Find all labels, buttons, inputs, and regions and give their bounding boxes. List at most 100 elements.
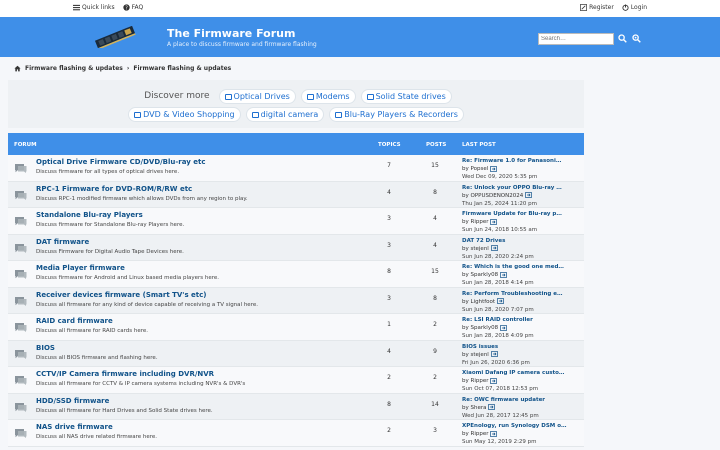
- site-logo-icon[interactable]: [92, 26, 138, 48]
- author-link[interactable]: stejenl: [471, 246, 489, 252]
- author-link[interactable]: OPPUSDENON2024: [471, 193, 524, 199]
- last-post: Re: OWC firmware updater by Shera Wed Ju…: [462, 396, 582, 420]
- view-post-icon[interactable]: [499, 324, 507, 331]
- discover-chip[interactable]: Optical Drives: [218, 89, 296, 104]
- view-post-icon[interactable]: [488, 404, 496, 410]
- author-link[interactable]: Shera: [471, 405, 487, 411]
- by-prefix: by: [462, 351, 469, 358]
- last-post-title-link[interactable]: Re: Firmware 1.0 for Panasoni…: [462, 157, 582, 165]
- col-last-post: LAST POST: [462, 142, 496, 148]
- post-count: 8: [433, 188, 437, 196]
- pencil-icon: [580, 4, 588, 11]
- forum-read-icon: [15, 349, 27, 359]
- search-box-icon: [134, 111, 142, 118]
- chip-label: Blu-Ray Players & Recorders: [344, 110, 458, 119]
- view-post-icon[interactable]: [499, 271, 507, 278]
- view-post-icon[interactable]: [490, 218, 498, 225]
- breadcrumb-item[interactable]: Firmware flashing & updates: [133, 65, 231, 72]
- view-post-icon[interactable]: [496, 298, 504, 304]
- last-post-title-link[interactable]: BIOS issues: [462, 343, 582, 351]
- view-post-icon[interactable]: [490, 430, 498, 437]
- topic-count: 7: [387, 162, 391, 169]
- forum-title-link[interactable]: Standalone Blu-ray Players: [36, 211, 143, 219]
- forum-title-link[interactable]: BIOS: [36, 344, 55, 352]
- last-post: Re: Perform Troubleshooting e… by Lightf…: [462, 290, 582, 314]
- topic-count: 8: [387, 268, 391, 275]
- forum-title-link[interactable]: HDD/SSD firmware: [36, 397, 109, 405]
- search-icon[interactable]: [618, 34, 627, 43]
- by-prefix: by: [462, 431, 469, 437]
- last-post-author: by Sparkly08: [462, 324, 582, 332]
- forum-title-link[interactable]: Receiver devices firmware (Smart TV's et…: [36, 291, 207, 299]
- author-link[interactable]: Sparkly08: [471, 325, 499, 331]
- last-post-title-link[interactable]: Xiaomi Dafang IP camera custo…: [462, 369, 582, 377]
- last-post-date: Sun Oct 07, 2018 12:53 pm: [462, 386, 539, 392]
- forum-description: Discuss all NAS drive related firmware h…: [36, 434, 158, 440]
- forum-row: RPC-1 Firmware for DVD-ROM/R/RW etc Disc…: [8, 181, 584, 208]
- forum-title-link[interactable]: NAS drive firmware: [36, 423, 113, 431]
- by-prefix: by: [462, 298, 469, 305]
- last-post-title-link[interactable]: Re: Unlock your OPPO Blu-ray …: [462, 184, 582, 192]
- register-link[interactable]: Register: [580, 4, 614, 11]
- last-post-title-link[interactable]: Re: LSI RAID controller: [462, 316, 582, 324]
- view-post-icon[interactable]: [490, 351, 498, 357]
- faq-link[interactable]: ? FAQ: [122, 4, 143, 11]
- discover-chip[interactable]: digital camera: [245, 107, 325, 122]
- last-post-date: Sun Jun 28, 2020 2:24 pm: [462, 253, 534, 260]
- last-post-title-link[interactable]: Firmware Update for Blu-ray p…: [462, 210, 582, 218]
- by-prefix: by: [462, 166, 469, 172]
- last-post-author: by Sparkly08: [462, 271, 582, 279]
- view-post-icon[interactable]: [525, 192, 532, 198]
- site-title[interactable]: The Firmware Forum: [167, 27, 295, 40]
- by-prefix: by: [462, 272, 469, 278]
- quick-links-label: Quick links: [82, 4, 115, 11]
- author-link[interactable]: Ripper: [471, 431, 489, 437]
- forum-description: Discuss all firmware for any kind of dev…: [36, 301, 258, 308]
- forum-description: Discuss all firmware for CCTV & IP camer…: [36, 381, 246, 387]
- forum-description: Discuss firmware for all types of optica…: [36, 169, 180, 175]
- view-post-icon[interactable]: [490, 165, 497, 172]
- forum-row: Standalone Blu-ray Players Discuss firmw…: [8, 208, 584, 235]
- login-link[interactable]: Login: [622, 4, 647, 11]
- breadcrumb-item[interactable]: Firmware flashing & updates: [25, 65, 123, 72]
- quick-links-menu[interactable]: Quick links: [73, 4, 115, 11]
- forum-title-link[interactable]: Media Player firmware: [36, 264, 125, 272]
- home-icon[interactable]: [14, 65, 21, 72]
- forum-title-link[interactable]: RPC-1 Firmware for DVD-ROM/R/RW etc: [36, 185, 192, 193]
- forum-title-link[interactable]: RAID card firmware: [36, 317, 113, 325]
- discover-chip[interactable]: Solid State drives: [360, 89, 452, 104]
- author-link[interactable]: Popsel: [471, 166, 489, 172]
- register-label: Register: [589, 4, 614, 11]
- power-icon: [622, 4, 629, 11]
- discover-chip[interactable]: DVD & Video Shopping: [128, 107, 241, 122]
- forum-title-link[interactable]: DAT firmware: [36, 238, 89, 246]
- author-link[interactable]: Ripper: [471, 219, 489, 225]
- last-post-title-link[interactable]: Re: Which is the good one med…: [462, 263, 582, 271]
- forum-title-link[interactable]: Optical Drive Firmware CD/DVD/Blu-ray et…: [36, 158, 206, 166]
- search-input[interactable]: [538, 33, 614, 45]
- last-post-title-link[interactable]: DAT 72 Drives: [462, 237, 582, 245]
- discover-chip[interactable]: Blu-Ray Players & Recorders: [329, 107, 464, 122]
- last-post-title-link[interactable]: Re: OWC firmware updater: [462, 396, 582, 404]
- last-post-title-link[interactable]: XPEnology, run Synology DSM o…: [462, 422, 582, 430]
- last-post-date: Sun May 12, 2019 2:29 pm: [462, 439, 537, 445]
- view-post-icon[interactable]: [490, 377, 498, 384]
- last-post-title-link[interactable]: Re: Perform Troubleshooting e…: [462, 290, 582, 298]
- last-post-author: by stejenl: [462, 351, 582, 359]
- forum-read-icon: [15, 323, 27, 332]
- col-topics: TOPICS: [378, 142, 401, 148]
- view-post-icon[interactable]: [490, 245, 498, 251]
- forum-title-link[interactable]: CCTV/IP Camera firmware including DVR/NV…: [36, 370, 214, 378]
- author-link[interactable]: Sparkly08: [471, 272, 499, 278]
- author-link[interactable]: Lightfoot: [471, 299, 496, 305]
- author-link[interactable]: Ripper: [471, 378, 489, 384]
- advanced-search-icon[interactable]: [632, 34, 641, 43]
- forum-read-icon: [15, 296, 27, 306]
- last-post-date: Fri Jun 26, 2020 6:36 pm: [462, 359, 530, 366]
- post-count: 2: [433, 321, 437, 328]
- forum-row: Receiver devices firmware (Smart TV's et…: [8, 287, 584, 314]
- col-posts: POSTS: [426, 142, 447, 148]
- chip-label: DVD & Video Shopping: [143, 110, 235, 119]
- discover-chip[interactable]: Modems: [300, 89, 356, 104]
- author-link[interactable]: stejenl: [471, 352, 489, 358]
